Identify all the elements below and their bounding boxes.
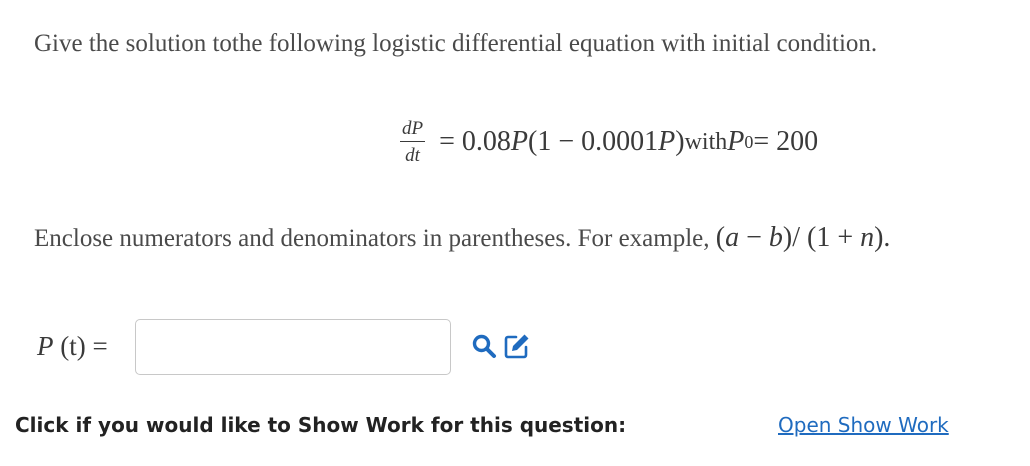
answer-label: P (t) =	[37, 331, 108, 362]
equation-variable: P	[510, 126, 529, 157]
instructions-example: (a − b)/ (1 + n).	[715, 222, 891, 253]
answer-label-argument: (t) =	[53, 331, 108, 361]
equation-paren-variable: P	[658, 126, 676, 157]
fraction-denominator: dt	[405, 145, 420, 166]
magnifier-icon[interactable]	[471, 333, 497, 359]
show-work-prompt: Click if you would like to Show Work for…	[15, 413, 627, 437]
initial-condition-value: = 200	[753, 126, 819, 157]
equation-with-word: with	[684, 128, 728, 155]
equation-paren-close: )	[675, 126, 685, 157]
instructions-text: Enclose numerators and denominators in p…	[34, 222, 890, 254]
equation-equals: =	[439, 126, 455, 157]
answer-input[interactable]	[135, 319, 451, 375]
example-minus: −	[739, 222, 769, 253]
example-b: b	[768, 222, 783, 253]
derivative-fraction: dP dt	[400, 119, 426, 166]
equation-paren-open: (1 − 0.0001	[528, 126, 659, 157]
example-n: n	[860, 222, 875, 253]
instructions-sentence: Enclose numerators and denominators in p…	[34, 225, 716, 252]
example-end: ).	[874, 222, 891, 253]
equation-coefficient: 0.08	[461, 126, 511, 157]
edit-pencil-icon[interactable]	[503, 332, 531, 360]
open-show-work-link[interactable]: Open Show Work	[778, 413, 949, 437]
initial-condition-variable: P	[727, 126, 745, 157]
fraction-numerator: dP	[400, 119, 426, 142]
example-a: a	[725, 222, 740, 253]
logistic-equation: dP dt = 0.08 P (1 − 0.0001 P) with P0 = 20…	[400, 112, 818, 172]
initial-condition-subscript: 0	[744, 131, 754, 152]
answer-label-variable: P	[37, 331, 54, 361]
question-text: Give the solution tothe following logist…	[34, 30, 878, 57]
example-rest: )/ (1 +	[782, 222, 861, 253]
